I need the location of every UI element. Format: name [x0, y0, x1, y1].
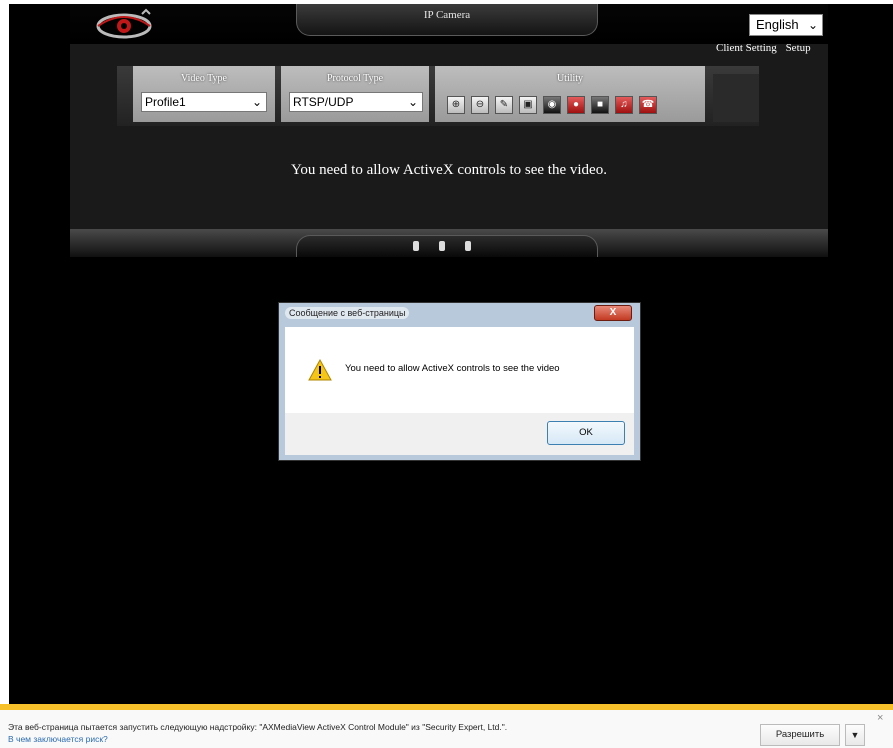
talk-icon[interactable]: ☎	[639, 96, 657, 114]
language-value: English	[756, 17, 799, 32]
dialog-message: You need to allow ActiveX controls to se…	[345, 363, 560, 374]
zoom-in-icon[interactable]: ⊕	[447, 96, 465, 114]
fullscreen-icon[interactable]: ▣	[519, 96, 537, 114]
protocol-type-value: RTSP/UDP	[293, 95, 354, 109]
client-setting-link[interactable]: Client Setting	[716, 42, 777, 54]
notification-text: Эта веб-страница пытается запустить след…	[8, 722, 508, 732]
risk-link[interactable]: В чем заключается риск?	[8, 734, 108, 744]
top-links: Client Setting Setup	[710, 42, 811, 54]
camera-title: IP Camera	[296, 4, 598, 36]
setup-link[interactable]: Setup	[786, 42, 811, 54]
video-type-group: Video Type Profile1 ⌄	[133, 66, 275, 122]
chevron-down-icon: ⌄	[807, 18, 818, 32]
chevron-down-icon: ⌄	[251, 95, 262, 109]
video-type-value: Profile1	[145, 95, 186, 109]
edit-icon[interactable]: ✎	[495, 96, 513, 114]
stop-icon[interactable]: ■	[591, 96, 609, 114]
protocol-type-select[interactable]: RTSP/UDP ⌄	[289, 92, 423, 112]
ok-button[interactable]: OK	[547, 421, 625, 445]
utility-group: Utility ⊕ ⊖ ✎ ▣ ◉ ● ■ ♫ ☎	[435, 66, 705, 122]
utility-label: Utility	[556, 73, 584, 84]
dialog-body: You need to allow ActiveX controls to se…	[285, 327, 634, 413]
message-dialog: Сообщение с веб-страницы X You need to a…	[278, 302, 641, 461]
bottom-nav-tab	[296, 235, 598, 257]
dialog-close-button[interactable]: X	[594, 305, 632, 321]
control-panel: Video Type Profile1 ⌄ Protocol Type RTSP…	[117, 66, 759, 126]
nav-dot-icon[interactable]	[413, 241, 419, 251]
video-type-select[interactable]: Profile1 ⌄	[141, 92, 267, 112]
allow-button[interactable]: Разрешить	[760, 724, 840, 746]
warning-icon	[308, 359, 332, 381]
dialog-title: Сообщение с веб-страницы	[285, 307, 410, 319]
protocol-type-group: Protocol Type RTSP/UDP ⌄	[281, 66, 429, 122]
chevron-down-icon: ⌄	[407, 95, 418, 109]
language-select[interactable]: English ⌄	[749, 14, 823, 36]
control-panel-edge	[713, 74, 759, 122]
zoom-out-icon[interactable]: ⊖	[471, 96, 489, 114]
protocol-type-label: Protocol Type	[326, 73, 384, 84]
video-type-label: Video Type	[180, 73, 227, 84]
dialog-footer: OK	[285, 413, 634, 455]
record-icon[interactable]: ●	[567, 96, 585, 114]
allow-dropdown-button[interactable]: ▼	[845, 724, 865, 746]
camera-page: IP Camera English ⌄ Client Setting Setup…	[70, 4, 828, 257]
activex-message: You need to allow ActiveX controls to se…	[291, 162, 607, 178]
notification-bar: Эта веб-страница пытается запустить след…	[0, 704, 893, 748]
eye-logo-icon[interactable]	[92, 8, 156, 42]
nav-dot-icon[interactable]	[465, 241, 471, 251]
screen: IP Camera English ⌄ Client Setting Setup…	[0, 0, 893, 748]
audio-icon[interactable]: ♫	[615, 96, 633, 114]
snapshot-icon[interactable]: ◉	[543, 96, 561, 114]
close-icon[interactable]: ×	[877, 712, 883, 724]
nav-dot-icon[interactable]	[439, 241, 445, 251]
